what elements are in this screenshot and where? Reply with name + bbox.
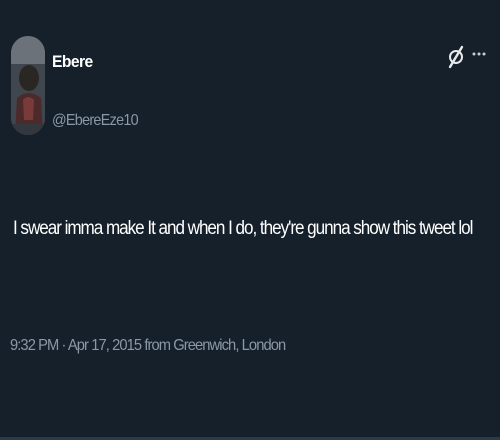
more-options-icon[interactable] [472,50,486,58]
tweet-text: I swear imma make It and when I do, they… [13,218,473,239]
grok-icon[interactable] [448,45,464,69]
tweet-card: Ebere @EbereEze10 I swear imma make It a… [0,0,500,440]
author-display-name[interactable]: Ebere [52,52,93,72]
avatar[interactable] [11,36,45,135]
avatar-image [11,36,45,135]
tweet-timestamp[interactable]: 9:32 PM · Apr 17, 2015 from Greenwich, L… [10,337,286,355]
author-handle[interactable]: @EbereEze10 [52,112,139,130]
